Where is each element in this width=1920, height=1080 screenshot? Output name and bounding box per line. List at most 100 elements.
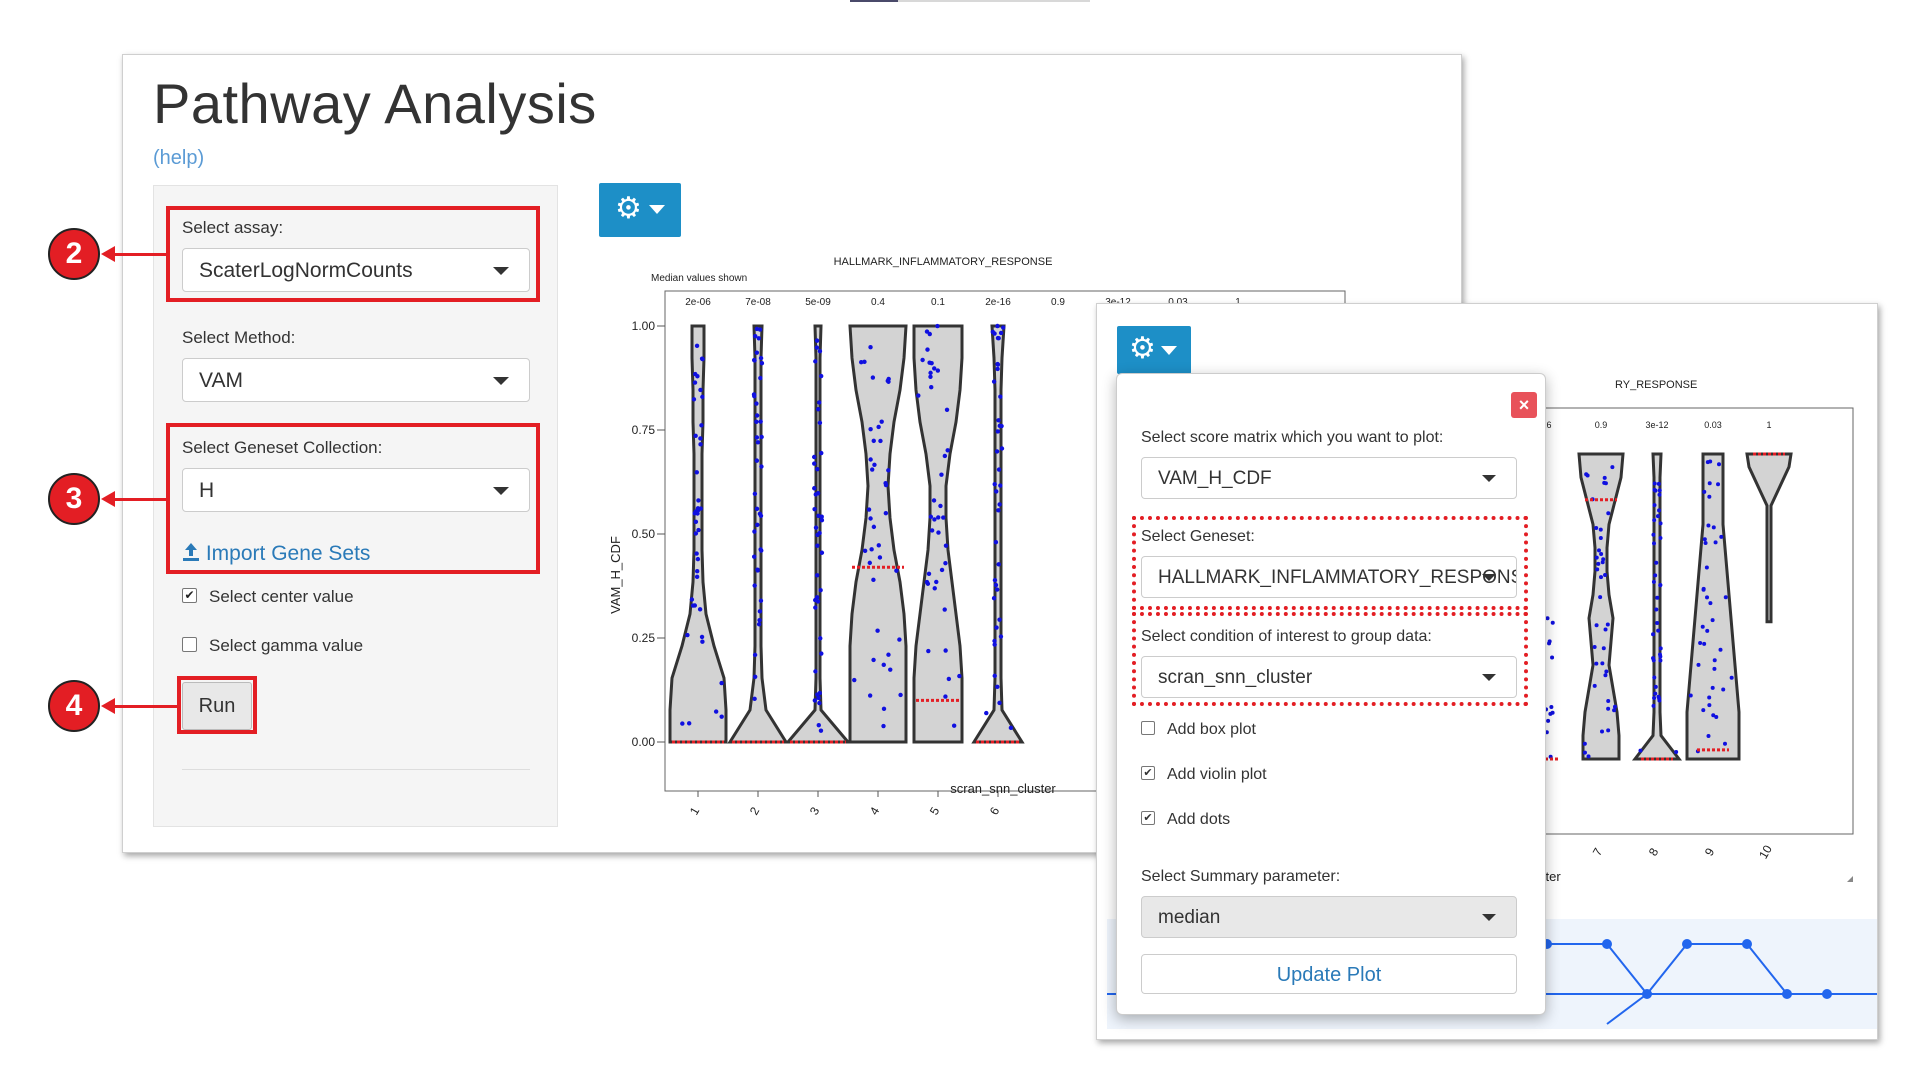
help-link[interactable]: (help)	[153, 147, 204, 170]
data-point	[943, 543, 949, 548]
data-point	[1721, 687, 1726, 692]
data-point	[878, 438, 883, 444]
data-point	[868, 426, 873, 432]
data-point	[752, 358, 757, 363]
data-point	[752, 583, 757, 588]
plot-settings-button[interactable]: ⚙	[599, 183, 681, 237]
data-point	[1723, 595, 1728, 600]
close-icon[interactable]: ×	[1511, 392, 1537, 418]
data-point	[995, 684, 1000, 690]
score-matrix-label: Select score matrix which you want to pl…	[1141, 429, 1444, 446]
data-point	[995, 366, 1000, 372]
violin-plot-check[interactable]: ✔	[1141, 765, 1155, 780]
data-point	[1657, 508, 1662, 513]
data-point	[757, 511, 763, 516]
p-value-label: 2e-06	[685, 297, 711, 308]
data-point	[871, 524, 877, 530]
callout-2-arrowhead	[101, 246, 115, 262]
data-point	[694, 574, 700, 580]
data-point	[1547, 639, 1552, 644]
gamma-value-checkbox[interactable]: Select gamma value	[182, 636, 363, 656]
x-tick-label: 8	[1646, 845, 1662, 858]
x-tick-label: 7	[1590, 845, 1606, 858]
data-point	[1706, 734, 1711, 739]
summary-parameter-select[interactable]: median	[1141, 896, 1517, 938]
data-point	[1651, 532, 1656, 537]
data-point	[758, 375, 763, 381]
data-point	[754, 350, 760, 355]
center-value-label: Select center value	[209, 587, 354, 606]
data-point	[875, 628, 880, 633]
score-matrix-select[interactable]: VAM_H_CDF	[1141, 457, 1517, 499]
box-plot-checkbox[interactable]: Add box plot	[1141, 720, 1256, 739]
data-point	[813, 669, 818, 674]
data-point	[1603, 572, 1608, 577]
data-point	[871, 438, 876, 444]
data-point	[694, 343, 700, 349]
method-select[interactable]: VAM	[182, 358, 530, 402]
p-value-label: 0.9	[1595, 420, 1608, 430]
data-point	[1651, 579, 1656, 584]
data-point	[1654, 607, 1659, 612]
data-point	[757, 327, 763, 332]
p-value-label: 0.4	[871, 297, 885, 308]
callout-3-arrow	[114, 498, 166, 501]
data-point	[995, 362, 1001, 367]
data-point	[935, 368, 941, 373]
data-point	[852, 677, 857, 683]
data-point	[819, 550, 825, 555]
violin-plot-checkbox[interactable]: ✔ Add violin plot	[1141, 765, 1267, 784]
data-point	[693, 531, 699, 536]
data-point	[691, 397, 697, 402]
update-plot-button[interactable]: Update Plot	[1141, 954, 1517, 994]
data-point	[998, 634, 1004, 639]
top-scroll-indicator	[850, 0, 1090, 2]
data-point	[994, 449, 1000, 454]
data-point	[695, 511, 700, 516]
center-value-check[interactable]: ✔	[182, 588, 197, 604]
data-point	[813, 605, 818, 610]
data-point	[1719, 534, 1724, 539]
data-point	[994, 625, 999, 630]
data-point	[990, 329, 996, 335]
data-point	[1600, 661, 1605, 666]
data-point	[1674, 750, 1679, 755]
data-point	[939, 472, 944, 477]
data-point	[689, 597, 695, 602]
data-point	[1702, 489, 1707, 494]
summary-parameter-value: median	[1158, 907, 1221, 928]
data-point	[1656, 628, 1661, 633]
data-point	[1657, 492, 1662, 497]
data-point	[693, 519, 699, 525]
callout-4-arrow	[114, 705, 177, 708]
data-point	[1710, 618, 1715, 623]
data-point	[871, 657, 876, 663]
data-point	[1711, 525, 1716, 530]
data-point	[758, 598, 764, 603]
dots-check[interactable]: ✔	[1141, 810, 1155, 825]
data-point	[816, 407, 821, 412]
data-point	[817, 690, 822, 696]
summary-parameter-label: Select Summary parameter:	[1141, 868, 1341, 885]
center-value-checkbox[interactable]: ✔ Select center value	[182, 587, 354, 607]
data-point	[932, 586, 937, 591]
data-point	[995, 323, 1000, 329]
data-point	[1716, 482, 1721, 487]
data-point	[817, 700, 822, 706]
data-point	[1606, 706, 1611, 711]
data-point	[867, 560, 873, 566]
callout-4-arrowhead	[101, 698, 115, 714]
gamma-value-check[interactable]	[182, 637, 197, 653]
data-point	[1705, 628, 1710, 633]
dots-checkbox[interactable]: ✔ Add dots	[1141, 810, 1230, 829]
data-point	[752, 529, 757, 534]
plot-settings-button-active[interactable]: ⚙	[1117, 326, 1191, 374]
data-point	[867, 693, 873, 698]
plot-subtitle: Median values shown	[651, 273, 747, 284]
data-point	[997, 700, 1002, 706]
data-point	[1722, 741, 1727, 746]
data-point	[699, 423, 704, 428]
data-point	[1655, 595, 1660, 600]
data-point	[1651, 656, 1656, 661]
box-plot-check[interactable]	[1141, 720, 1155, 735]
